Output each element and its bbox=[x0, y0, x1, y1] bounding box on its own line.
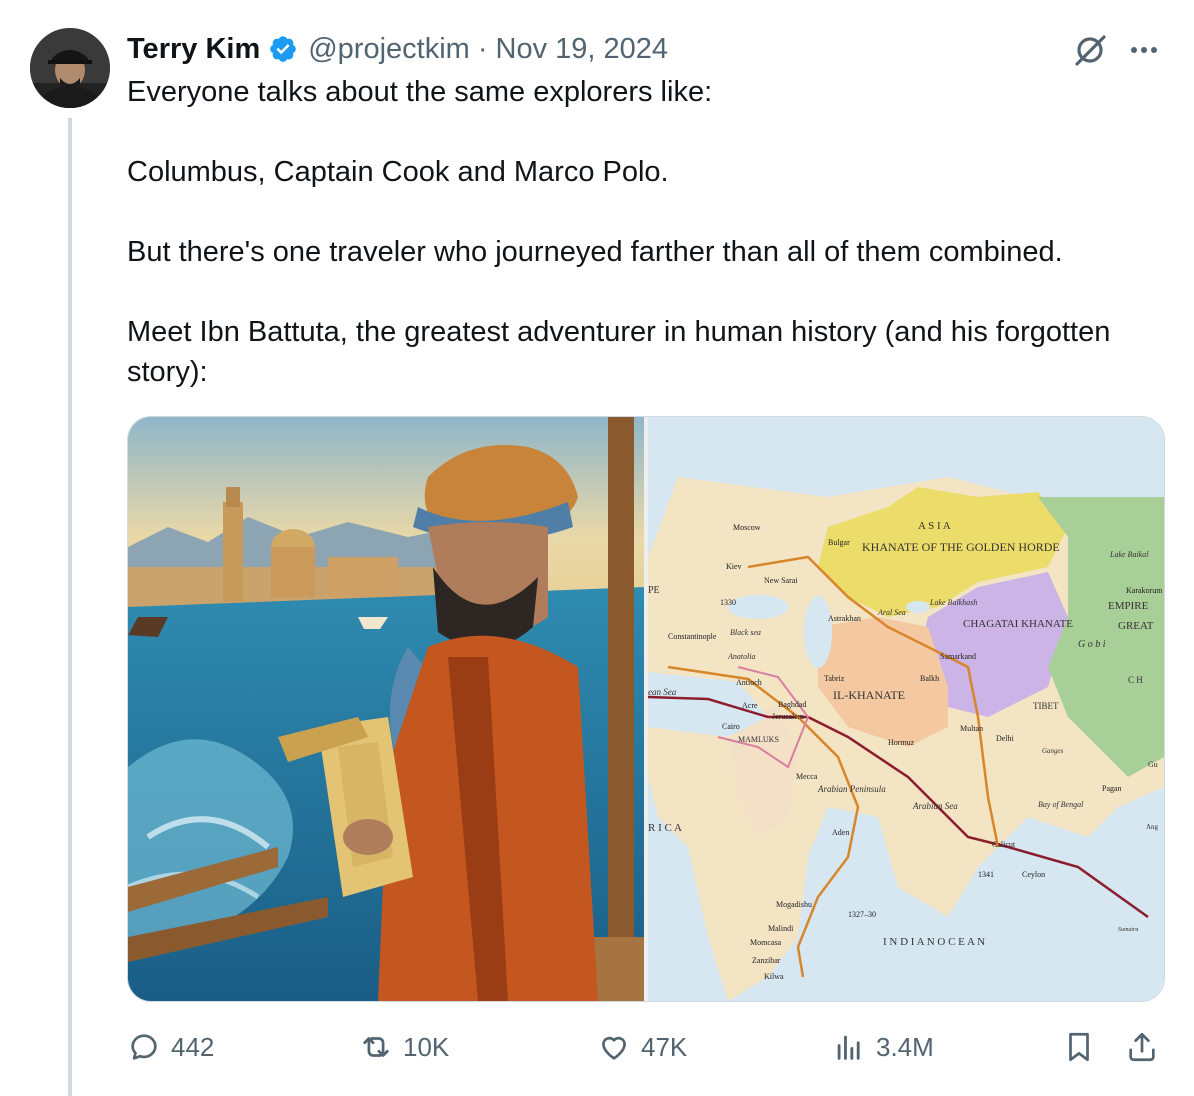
tweet-paragraph: Columbus, Captain Cook and Marco Polo. bbox=[127, 156, 669, 188]
map-label-arabian-peninsula: Arabian Peninsula bbox=[817, 784, 886, 794]
reply-count: 442 bbox=[171, 1031, 215, 1062]
map-city: Jerusalem bbox=[772, 712, 805, 721]
map-label-ganges: Ganges bbox=[1042, 747, 1064, 755]
verified-badge-icon bbox=[268, 34, 298, 64]
map-label-lake-balkhash: Lake Balkhash bbox=[929, 598, 977, 607]
map-label-asia: A S I A bbox=[918, 520, 951, 532]
bookmark-button[interactable] bbox=[1062, 1024, 1106, 1070]
tweet-media[interactable]: A S I A KHANATE OF THE GOLDEN HORDE CHAG… bbox=[127, 416, 1165, 1002]
map-label-aral: Aral Sea bbox=[877, 608, 906, 617]
bookmark-icon bbox=[1069, 1032, 1089, 1062]
map-city: Baghdad bbox=[778, 700, 806, 709]
map-label-mediterranean: ean Sea bbox=[648, 687, 677, 697]
map-city: Ceylon bbox=[1022, 870, 1045, 879]
map-label-africa: R I C A bbox=[648, 822, 682, 834]
map-city: Antioch bbox=[736, 678, 762, 687]
reply-icon bbox=[131, 1034, 157, 1060]
explorer-illustration[interactable] bbox=[128, 417, 644, 1001]
map-city: Aden bbox=[832, 828, 849, 837]
map-year: 1341 bbox=[978, 870, 994, 879]
repost-icon bbox=[363, 1037, 389, 1057]
tweet-paragraph: But there's one traveler who journeyed f… bbox=[127, 236, 1063, 268]
like-button[interactable]: 47K bbox=[597, 1024, 687, 1070]
map-city: Cairo bbox=[722, 722, 740, 731]
map-city: Acre bbox=[742, 701, 758, 710]
map-label-ang: Ang bbox=[1146, 823, 1159, 831]
map-city: Bulgar bbox=[828, 538, 850, 547]
grok-icon[interactable] bbox=[1070, 30, 1110, 70]
like-count: 47K bbox=[641, 1031, 688, 1062]
views-chart-icon bbox=[837, 1035, 860, 1060]
action-bar: 442 10K 47K 3.4M bbox=[127, 1024, 1167, 1070]
route-map[interactable]: A S I A KHANATE OF THE GOLDEN HORDE CHAG… bbox=[648, 417, 1164, 1001]
avatar[interactable] bbox=[30, 28, 110, 108]
separator-dot: · bbox=[477, 32, 488, 65]
map-city: Constantinople bbox=[668, 632, 717, 641]
map-label-tibet: TIBET bbox=[1033, 701, 1059, 711]
author-name[interactable]: Terry Kim bbox=[127, 33, 260, 66]
map-label-bay-of-bengal: Bay of Bengal bbox=[1038, 800, 1084, 809]
map-label-empire: EMPIRE bbox=[1108, 600, 1149, 612]
tweet-paragraph: Meet Ibn Battuta, the greatest adventure… bbox=[127, 316, 1111, 388]
map-city: Tabriz bbox=[824, 674, 845, 683]
map-city: Mogadishu bbox=[776, 900, 812, 909]
map-city: Calicut bbox=[992, 840, 1016, 849]
map-label-black-sea: Black sea bbox=[730, 628, 761, 637]
map-city: Momcasa bbox=[750, 938, 782, 947]
map-label-sumatra: Sumatra bbox=[1118, 927, 1138, 933]
tweet-paragraph: Everyone talks about the same explorers … bbox=[127, 76, 713, 108]
thread-line bbox=[68, 118, 72, 1096]
author-handle[interactable]: @projectkim bbox=[308, 33, 470, 66]
map-label-mamluks: MAMLUKS bbox=[738, 735, 779, 744]
map-label-ilkhanate: IL-KHANATE bbox=[833, 688, 905, 702]
repost-count: 10K bbox=[403, 1031, 450, 1062]
share-icon bbox=[1129, 1032, 1155, 1062]
map-city: Malindi bbox=[768, 924, 794, 933]
map-label-great: GREAT bbox=[1118, 620, 1154, 632]
avatar-image bbox=[30, 28, 110, 108]
tweet-header: Terry Kim @projectkim · Nov 19, 2024 bbox=[127, 29, 668, 69]
views-count: 3.4M bbox=[876, 1031, 934, 1062]
map-label-gobi: G o b i bbox=[1078, 639, 1106, 650]
map-year: 1327–30 bbox=[848, 910, 876, 919]
map-city: Zanzibar bbox=[752, 956, 781, 965]
map-label-indian-ocean: I N D I A N O C E A N bbox=[883, 936, 985, 948]
map-city: Delhi bbox=[996, 734, 1015, 743]
map-city: Multan bbox=[960, 724, 983, 733]
map-city: New Sarai bbox=[764, 576, 798, 585]
more-options-icon[interactable] bbox=[1124, 30, 1164, 70]
views-button[interactable]: 3.4M bbox=[832, 1024, 934, 1070]
map-label-anatolia: Anatolia bbox=[727, 652, 756, 661]
heart-icon bbox=[602, 1036, 626, 1060]
map-label-ch: C H bbox=[1128, 675, 1143, 685]
map-label-lake-baikal: Lake Baikal bbox=[1109, 550, 1149, 559]
map-label-chagatai: CHAGATAI KHANATE bbox=[963, 618, 1073, 630]
map-city: Kiev bbox=[726, 562, 742, 571]
map-label-golden-horde: KHANATE OF THE GOLDEN HORDE bbox=[862, 540, 1060, 554]
map-year: 1330 bbox=[720, 598, 736, 607]
share-button[interactable] bbox=[1125, 1024, 1169, 1070]
map-city: Moscow bbox=[733, 523, 761, 532]
repost-button[interactable]: 10K bbox=[359, 1024, 449, 1070]
map-city: Hormuz bbox=[888, 738, 915, 747]
map-city: Mecca bbox=[796, 772, 818, 781]
map-label-arabian-sea: Arabian Sea bbox=[912, 801, 958, 811]
tweet-text: Everyone talks about the same explorers … bbox=[127, 72, 1167, 392]
map-label-pe: PE bbox=[648, 585, 660, 596]
map-city: Pagan bbox=[1102, 784, 1122, 793]
reply-button[interactable]: 442 bbox=[127, 1024, 214, 1070]
map-city: Karakorum bbox=[1126, 586, 1163, 595]
map-city: Samarkand bbox=[940, 652, 976, 661]
map-city: Balkh bbox=[920, 674, 939, 683]
map-city: Astrakhan bbox=[828, 614, 861, 623]
tweet-date[interactable]: Nov 19, 2024 bbox=[496, 33, 669, 66]
map-label-gu: Gu bbox=[1148, 760, 1158, 769]
map-city: Kilwa bbox=[764, 972, 784, 981]
